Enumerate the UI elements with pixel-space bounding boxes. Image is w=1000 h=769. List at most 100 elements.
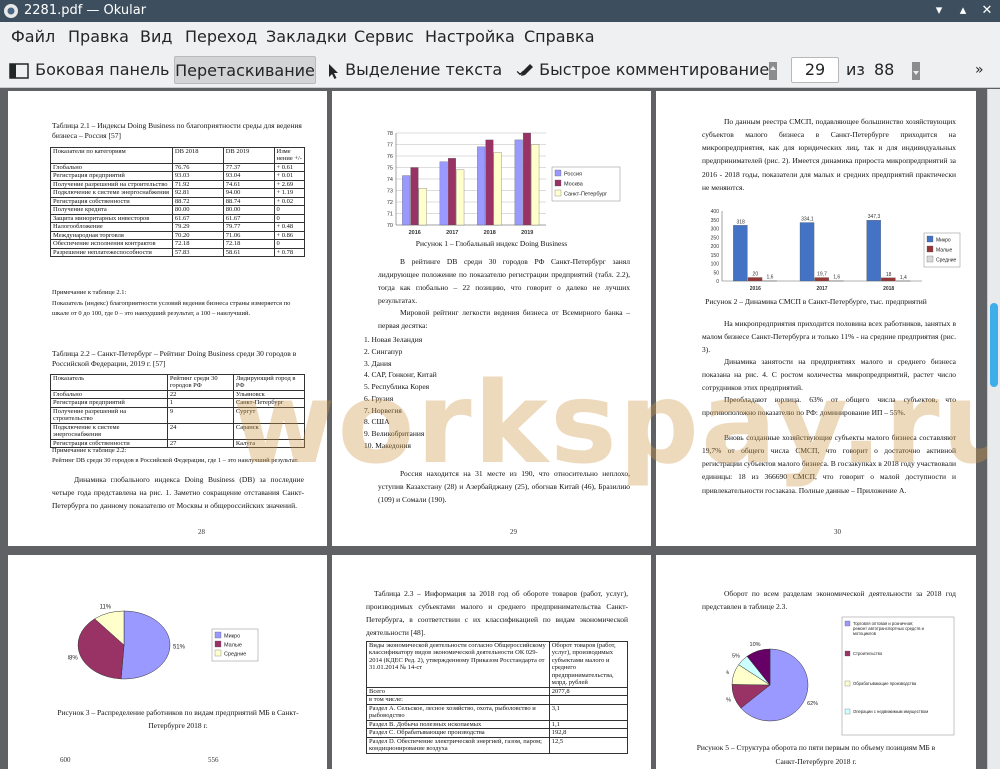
table-cell: + 0.01 — [273, 171, 305, 181]
table-cell: Получение разрешений на строительство — [50, 179, 173, 190]
text-select-tool-label: Выделение текста — [345, 60, 503, 79]
page-30-paragraph-5: Вновь созданные хозяйствующие субъекты м… — [702, 433, 956, 495]
pie-slice — [120, 610, 171, 680]
sidebar-icon — [9, 62, 29, 79]
menu-go[interactable]: Переход — [185, 22, 257, 52]
page-30[interactable]: По данным реестра СМСП, подавляющее боль… — [656, 91, 976, 546]
legend-swatch — [844, 650, 851, 657]
top-ten-list: 1. Новая Зеландия 2. Сингапур 3. Дания 4… — [332, 334, 437, 453]
table-header-cell: Показатель — [50, 374, 168, 391]
bar — [418, 188, 427, 226]
table-cell: 3,1 — [548, 703, 629, 721]
page-33[interactable]: Оборот по всем разделам экономической де… — [656, 555, 976, 769]
table-cell: 27 — [166, 438, 234, 449]
table-header-cell: Показатели по категориям — [50, 147, 173, 164]
previous-page-button[interactable] — [766, 56, 780, 84]
y-tick-label: 400 — [711, 209, 720, 215]
toolbar-overflow-icon[interactable]: » — [975, 56, 984, 84]
slice-label: 11% — [100, 604, 112, 610]
scrollbar-thumb[interactable] — [990, 303, 998, 387]
slice-label: 38% — [68, 656, 78, 662]
bar — [493, 152, 502, 226]
table-cell: 57.83 — [171, 247, 224, 258]
y-tick-label: 250 — [711, 235, 720, 241]
list-item: 3. Дания — [364, 358, 392, 368]
page-29[interactable]: 70 71 72 73 74 75 76 77 78 2016 2017 2018 2019 Россия… — [332, 91, 651, 546]
legend-swatch — [214, 649, 222, 657]
legend-label: Россия — [564, 172, 582, 178]
table-cell: Калуга — [232, 438, 306, 449]
quick-annotate-button[interactable]: Быстрое комментирование — [518, 56, 769, 84]
y-tick-label: 50 — [713, 270, 719, 276]
page-fragment-number: 556 — [208, 756, 219, 764]
table-cell: Налогообложение — [50, 222, 173, 232]
doing-business-bar-chart: 70 71 72 73 74 75 76 77 78 2016 2017 2018 2019 Россия… — [387, 131, 621, 236]
table-row: Обеспечение исполнения контрактов 72.18 72… — [50, 239, 305, 249]
bar — [456, 169, 465, 226]
table-cell: 71.06 — [222, 230, 275, 241]
table-row: Глобально 76.76 77.37 + 0.61 — [50, 162, 305, 173]
table-cell: Получение кредита — [50, 205, 173, 215]
menu-bookmarks[interactable]: Закладки — [266, 22, 347, 52]
menu-tools[interactable]: Сервис — [354, 22, 414, 52]
table-cell: 93.03 — [171, 171, 224, 181]
table-row: Регистрация предприятий 1 Санкт-Петербург — [50, 398, 306, 408]
menu-edit[interactable]: Правка — [68, 22, 129, 52]
menu-settings[interactable]: Настройка — [425, 22, 515, 52]
table-cell: Саранск — [232, 422, 306, 440]
minimize-icon[interactable]: ▾ — [928, 0, 950, 22]
table-cell: + 0.48 — [273, 222, 305, 232]
list-item: 8. США — [364, 417, 390, 427]
legend-swatch — [214, 640, 222, 648]
table-header-cell: DB 2018 — [171, 147, 224, 164]
table-cell: Раздел B. Добыча полезных ископаемых — [366, 719, 550, 730]
slice-label: 10% — [750, 642, 761, 648]
text-select-tool-button[interactable]: Выделение текста ⌄ — [326, 56, 527, 84]
drag-tool-button[interactable]: Перетаскивание — [174, 56, 316, 84]
sidebar-toggle-button[interactable]: Боковая панель — [8, 56, 169, 84]
legend-swatch — [926, 235, 934, 243]
legend-swatch — [926, 245, 934, 253]
y-tick-label: 75 — [387, 166, 393, 172]
page-32[interactable]: Таблица 2.3 – Информация за 2018 год об … — [332, 555, 651, 769]
table-cell: Глобально — [50, 389, 168, 400]
table-row: Регистрация собственности 88.72 88.74 + 0.0… — [50, 196, 305, 207]
close-icon[interactable]: ✕ — [976, 0, 998, 22]
table-row: Защита миноритарных инвесторов 61.67 61.67… — [50, 213, 305, 224]
table-cell: 192,8 — [548, 728, 629, 738]
table-row: Раздел А. Сельское, лесное хозяйство, ох… — [366, 703, 629, 721]
quick-annotate-label: Быстрое комментирование — [539, 60, 770, 79]
y-tick-label: 100 — [711, 262, 720, 268]
bar — [410, 167, 419, 226]
legend-label: Строительство — [853, 651, 883, 656]
data-label: 334,1 — [801, 217, 814, 223]
table-row: Разрешение неплатежеспособности 57.83 58.6… — [50, 247, 305, 258]
table-row: Налогообложение 79.29 79.77 + 0.48 — [50, 222, 305, 232]
document-viewport[interactable]: Таблица 2.1 – Индексы Doing Business по … — [0, 89, 987, 769]
page-28-paragraph: Динамика глобального индекса Doing Busin… — [52, 475, 304, 511]
menu-help[interactable]: Справка — [524, 22, 595, 52]
y-tick-label: 70 — [387, 223, 393, 229]
vertical-scrollbar[interactable] — [987, 89, 1000, 769]
table-cell: 1,1 — [548, 719, 629, 730]
workers-distribution-pie-chart: 51% 38% 11% Микро Малые Средние — [68, 604, 259, 680]
table-cell: + 1.19 — [273, 188, 305, 198]
table-2-1-note-title: Примечание к таблице 2.1: — [52, 289, 127, 296]
next-page-button[interactable] — [909, 56, 923, 84]
legend-swatch — [554, 169, 562, 177]
maximize-icon[interactable]: ▴ — [952, 0, 974, 22]
table-header-cell: DB 2019 — [222, 147, 275, 164]
menu-file[interactable]: Файл — [11, 22, 55, 52]
smsp-dynamics-bar-chart: 0 50 100 150 200 250 300 350 400 318 20 1,6 2016 334,… — [711, 209, 961, 292]
data-label: 347,3 — [868, 214, 881, 220]
table-cell: Раздел D. Обеспечение электрической энер… — [366, 736, 550, 754]
page-28[interactable]: Таблица 2.1 – Индексы Doing Business по … — [8, 91, 327, 546]
legend-label: Москва — [564, 182, 584, 188]
menu-view[interactable]: Вид — [140, 22, 172, 52]
page-number-input[interactable]: 29 — [791, 57, 839, 83]
bar — [522, 132, 531, 226]
page-30-paragraph-3: Динамика занятости на предприятиях малог… — [702, 357, 956, 393]
page-31[interactable]: 51% 38% 11% Микро Малые Средние Рисунок 3 – Р… — [8, 555, 327, 769]
table-cell: 80.00 — [171, 205, 224, 215]
table-header-row: Показатель Рейтинг среди 30 городов РФ Л… — [50, 374, 306, 391]
